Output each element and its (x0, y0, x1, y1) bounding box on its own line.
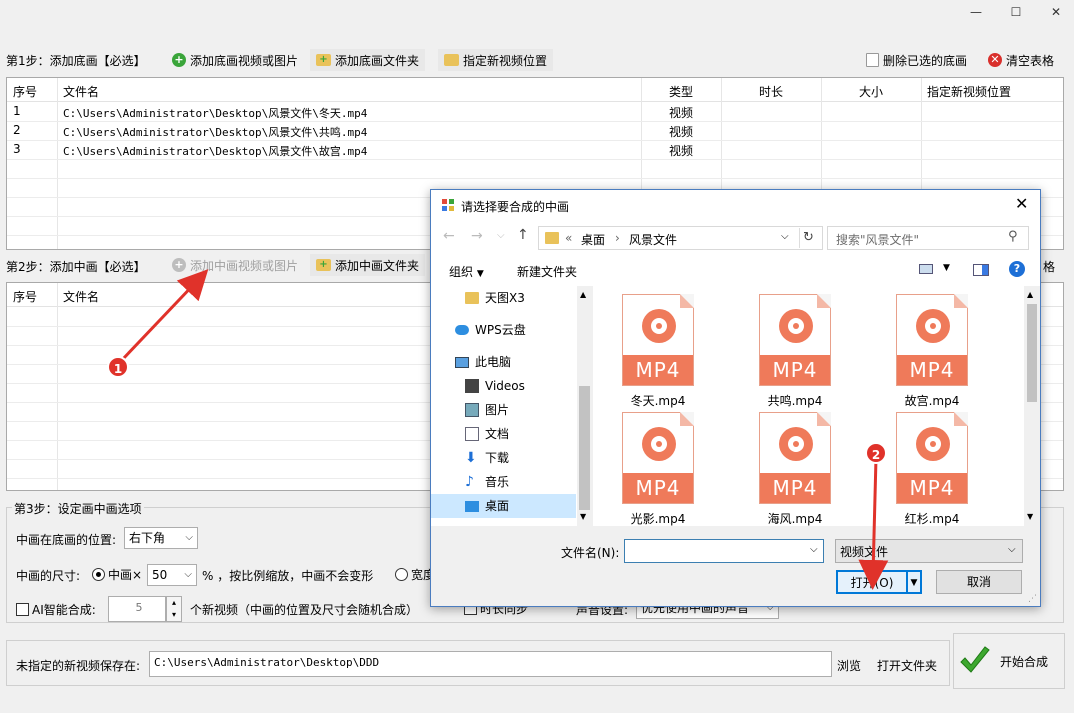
annotation-arrow-2 (858, 457, 889, 590)
annotation-marker-1: 1 (107, 356, 129, 378)
annotation-arrow-1 (120, 269, 209, 362)
annotation-overlay (120, 269, 889, 590)
annotation-marker-2: 2 (865, 442, 887, 464)
